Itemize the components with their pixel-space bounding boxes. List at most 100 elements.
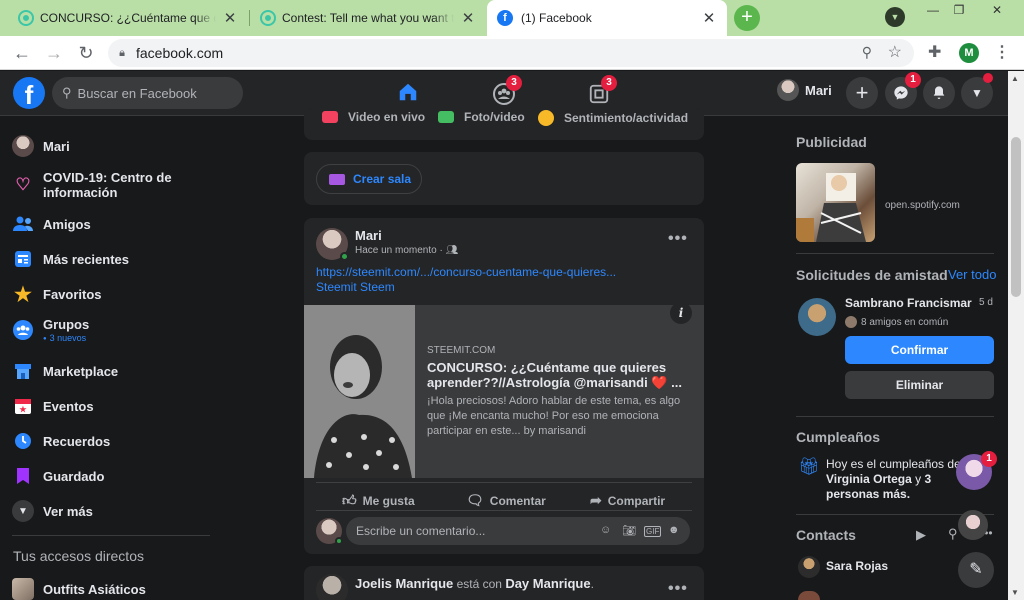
- preview-domain: STEEMIT.COM: [427, 345, 496, 356]
- sidebar-item-favorites[interactable]: ★ Favoritos: [12, 283, 101, 306]
- ad-domain[interactable]: open.spotify.com: [885, 200, 960, 211]
- feeling-option[interactable]: Sentimiento/actividad: [538, 110, 688, 126]
- avatar[interactable]: [798, 556, 820, 578]
- create-button[interactable]: +: [846, 77, 878, 109]
- tab-title: (1) Facebook: [521, 11, 592, 25]
- confirm-button[interactable]: Confirmar: [845, 336, 994, 364]
- post-link[interactable]: https://steemit.com/.../concurso-cuentam…: [316, 265, 616, 279]
- facebook-logo[interactable]: f: [13, 77, 45, 110]
- search-input[interactable]: ⚲ Buscar en Facebook: [52, 77, 243, 109]
- sidebar-item-label: Guardado: [43, 468, 105, 484]
- bookmark-star-icon[interactable]: ☆: [888, 42, 902, 62]
- tab-search-icon[interactable]: ▼: [885, 7, 905, 27]
- browser-tab-3[interactable]: f (1) Facebook ✕: [487, 0, 727, 36]
- menu-kebab-icon[interactable]: ⋮: [994, 42, 1010, 62]
- link-preview[interactable]: i STEEMIT.COM CONCURSO: ¿¿Cuéntame que q…: [304, 302, 704, 478]
- scroll-up-icon[interactable]: ▲: [1011, 74, 1019, 83]
- page-scrollbar[interactable]: ▲ ▼: [1008, 71, 1024, 600]
- sidebar-item-see-more[interactable]: ▼ Ver más: [12, 500, 93, 522]
- comment-input[interactable]: Escribe un comentario... ☺ 📷︎ GIF ☻: [346, 517, 690, 545]
- gif-icon[interactable]: GIF: [644, 526, 662, 537]
- sidebar-item-marketplace[interactable]: Marketplace: [12, 360, 118, 382]
- live-video-icon: [322, 111, 338, 123]
- back-arrow-icon[interactable]: ←: [10, 41, 34, 65]
- emoji-icon[interactable]: ☺: [600, 524, 611, 536]
- star-icon: ★: [14, 283, 32, 306]
- messenger-button[interactable]: 1: [885, 72, 921, 109]
- scroll-down-icon[interactable]: ▼: [1011, 588, 1019, 597]
- close-window-button[interactable]: ✕: [975, 0, 1019, 22]
- post-author[interactable]: Joelis Manrique: [355, 576, 453, 591]
- create-room-button[interactable]: Crear sala: [316, 164, 423, 194]
- sidebar-item-groups[interactable]: Grupos3 nuevos: [12, 317, 89, 343]
- post-time-text: Hace un momento: [355, 245, 437, 256]
- sidebar-item-label: Recuerdos: [43, 433, 111, 449]
- notifications-button[interactable]: [923, 77, 955, 109]
- left-sidebar: Mari ♡ COVID-19: Centro de información A…: [0, 116, 230, 600]
- more-options-icon[interactable]: •••: [668, 580, 688, 598]
- avatar[interactable]: [798, 298, 836, 336]
- close-tab-icon[interactable]: ✕: [222, 9, 238, 27]
- create-room-label: Crear sala: [353, 172, 412, 186]
- share-button[interactable]: ➦ Compartir: [590, 492, 665, 509]
- sticker-icon[interactable]: ☻: [668, 524, 680, 536]
- browser-tab-1[interactable]: CONCURSO: ¿¿Cuéntame que quieres aprende…: [8, 0, 248, 36]
- avatar[interactable]: [798, 591, 820, 600]
- ad-image[interactable]: [796, 163, 875, 242]
- friend-requests-title: Solicitudes de amistad: [796, 267, 948, 283]
- camera-icon[interactable]: 📷︎: [622, 524, 636, 537]
- contact-name[interactable]: Sara Rojas: [826, 559, 888, 573]
- live-video-option[interactable]: Video en vivo: [322, 110, 425, 124]
- post-link-tags[interactable]: Steemit Steem: [316, 280, 395, 294]
- sidebar-item-covid[interactable]: ♡ COVID-19: Centro de información: [12, 170, 192, 200]
- groups-label: Grupos: [43, 317, 90, 332]
- sidebar-item-events[interactable]: ★ Eventos: [12, 395, 94, 417]
- messenger-icon: [894, 86, 908, 100]
- shortcut-item[interactable]: Outfits Asiáticos: [12, 578, 146, 600]
- browser-tab-2[interactable]: Contest: Tell me what you want to learn …: [250, 0, 486, 36]
- reload-icon[interactable]: ↻: [74, 41, 98, 65]
- photo-video-option[interactable]: Foto/video: [438, 110, 525, 124]
- post-time[interactable]: Hace un momento · 👥︎: [355, 245, 458, 256]
- maximize-button[interactable]: ❐: [948, 0, 970, 22]
- info-icon[interactable]: i: [670, 302, 692, 324]
- new-room-icon[interactable]: ▶︎: [916, 527, 926, 543]
- minimize-button[interactable]: —: [922, 0, 944, 22]
- sidebar-item-recent[interactable]: Más recientes: [12, 248, 129, 270]
- new-tab-button[interactable]: +: [734, 5, 760, 31]
- sidebar-item-friends[interactable]: Amigos: [12, 213, 91, 235]
- action-label: Comentar: [489, 493, 546, 508]
- close-tab-icon[interactable]: ✕: [701, 9, 717, 27]
- close-tab-icon[interactable]: ✕: [460, 9, 476, 27]
- account-menu-button[interactable]: ▼: [961, 73, 993, 109]
- extensions-puzzle-icon[interactable]: ✚: [928, 42, 941, 62]
- sidebar-item-saved[interactable]: Guardado: [12, 465, 104, 487]
- avatar[interactable]: [316, 574, 348, 600]
- covid-heart-icon: ♡: [15, 175, 31, 194]
- search-contacts-icon[interactable]: ⚲: [948, 526, 958, 542]
- zoom-icon[interactable]: ⚲: [862, 44, 872, 61]
- tagged-user[interactable]: Day Manrique: [505, 576, 590, 591]
- profile-chip[interactable]: Mari: [777, 79, 832, 101]
- new-message-button[interactable]: ✎: [958, 552, 994, 588]
- chat-head-avatar[interactable]: [958, 510, 988, 540]
- forward-arrow-icon[interactable]: →: [42, 41, 66, 65]
- post-author[interactable]: Mari: [355, 228, 382, 243]
- mutual-friends: 8 amigos en común: [845, 316, 948, 328]
- see-all-link[interactable]: Ver todo: [948, 267, 996, 282]
- more-options-icon[interactable]: •••: [668, 230, 688, 248]
- browser-tab-bar: CONCURSO: ¿¿Cuéntame que quieres aprende…: [0, 0, 1024, 36]
- delete-button[interactable]: Eliminar: [845, 371, 994, 399]
- profile-avatar[interactable]: M: [959, 43, 979, 63]
- like-button[interactable]: 👍︎ Me gusta: [342, 492, 415, 509]
- video-camera-icon: [329, 173, 345, 185]
- comment-button[interactable]: 🗨︎ Comentar: [466, 492, 546, 509]
- sidebar-item-memories[interactable]: Recuerdos: [12, 430, 110, 452]
- request-name[interactable]: Sambrano Francismar: [845, 296, 972, 310]
- birthday-text[interactable]: Hoy es el cumpleaños de Virginia Ortega …: [826, 457, 966, 502]
- mutual-avatar: [845, 316, 857, 328]
- address-bar[interactable]: 🔒︎ facebook.com ⚲ ☆: [108, 39, 914, 67]
- sidebar-item-profile[interactable]: Mari: [12, 135, 70, 157]
- avatar: [12, 135, 34, 157]
- scrollbar-thumb[interactable]: [1011, 137, 1021, 297]
